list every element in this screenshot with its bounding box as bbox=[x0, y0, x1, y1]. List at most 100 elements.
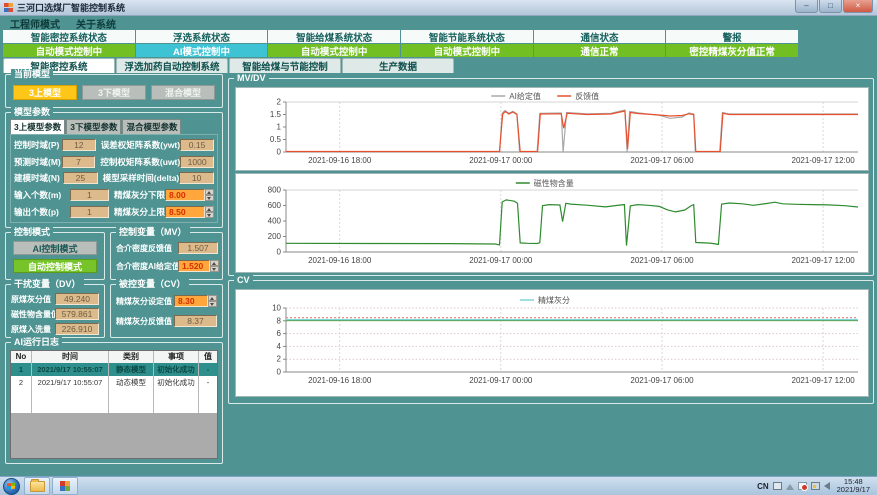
model-params-group: 模型参数 3上模型参数 3下模型参数 混合模型参数 控制时域(P) 12 误差权… bbox=[5, 112, 223, 228]
group-title: 控制模式 bbox=[11, 227, 53, 238]
spin-down-button[interactable] bbox=[208, 301, 217, 307]
tab-production-data[interactable]: 生产数据 bbox=[342, 58, 454, 73]
table-row[interactable]: 1 2021/9/17 10:55:07 静态模型 初始化成功 - bbox=[11, 363, 217, 376]
density-ai-setpoint-stepper[interactable]: 1.520 bbox=[178, 260, 219, 272]
network-icon[interactable] bbox=[811, 482, 820, 490]
param-field-m: 1 bbox=[70, 189, 109, 201]
app-taskbar-button[interactable] bbox=[52, 477, 78, 495]
svg-text:600: 600 bbox=[268, 201, 282, 210]
table-row[interactable]: 2 2021/9/17 10:55:07 动态模型 初始化成功 - bbox=[11, 376, 217, 389]
raw-coal-feed-value: 226.910 bbox=[55, 323, 99, 335]
language-indicator[interactable]: CN bbox=[757, 482, 769, 491]
ash-lower-limit-stepper[interactable]: 8.00 bbox=[165, 189, 214, 201]
density-ai-setpoint-value[interactable]: 1.520 bbox=[178, 260, 210, 272]
table-row-empty bbox=[11, 389, 217, 401]
menu-engineer-mode[interactable]: 工程师模式 bbox=[10, 16, 60, 31]
svg-text:400: 400 bbox=[268, 217, 282, 226]
ai-log-header-row: No 时间 类别 事项 值 bbox=[11, 351, 217, 363]
param-field-uwt: 1000 bbox=[180, 156, 214, 168]
param-label: 模型采样时间(delta) bbox=[98, 172, 180, 184]
svg-text:磁性物含量: 磁性物含量 bbox=[534, 178, 574, 188]
magnetite-chart-svg: 2021-09-16 18:002021-09-17 00:002021-09-… bbox=[236, 174, 868, 272]
status-value: 自动模式控制中 bbox=[268, 44, 400, 57]
minimize-button[interactable]: – bbox=[795, 0, 818, 13]
window-titlebar: 三河口选煤厂智能控制系统 – □ × bbox=[0, 0, 877, 16]
group-title: AI运行日志 bbox=[11, 337, 62, 348]
svg-text:2021-09-17 00:00: 2021-09-17 00:00 bbox=[469, 156, 533, 165]
spin-down-button[interactable] bbox=[205, 212, 214, 218]
params-tab-mixed[interactable]: 混合模型参数 bbox=[122, 119, 181, 135]
close-button[interactable]: × bbox=[843, 0, 873, 13]
status-header: 智能节能系统状态 bbox=[401, 30, 533, 43]
svg-text:2021-09-16 18:00: 2021-09-16 18:00 bbox=[308, 256, 372, 265]
status-value: 自动模式控制中 bbox=[401, 44, 533, 57]
auto-control-mode-button[interactable]: 自动控制模式 bbox=[13, 259, 97, 273]
param-label: 预测时域(M) bbox=[14, 156, 62, 168]
group-title: 当前模型 bbox=[11, 69, 53, 80]
svg-text:2021-09-17 00:00: 2021-09-17 00:00 bbox=[469, 376, 533, 385]
clean-coal-ash-setpoint-value[interactable]: 8.30 bbox=[174, 295, 208, 307]
keyboard-icon[interactable] bbox=[773, 482, 782, 490]
field-label: 精煤灰分设定值 bbox=[116, 296, 174, 307]
app-icon bbox=[4, 3, 13, 12]
col-header: 事项 bbox=[154, 351, 198, 363]
tab-coal-feeding-energy[interactable]: 智能给煤与节能控制 bbox=[229, 58, 341, 73]
action-center-flag-icon[interactable] bbox=[798, 482, 807, 490]
status-value: AI模式控制中 bbox=[136, 44, 268, 57]
svg-text:10: 10 bbox=[272, 304, 281, 313]
magnetite-content-value: 579.861 bbox=[55, 308, 99, 320]
spinner bbox=[210, 260, 219, 272]
param-field-M: 7 bbox=[62, 156, 96, 168]
svg-text:2021-09-17 12:00: 2021-09-17 12:00 bbox=[792, 256, 856, 265]
param-label: 控制权矩阵系数(uwt) bbox=[95, 156, 180, 168]
field-label: 原煤灰分值 bbox=[11, 294, 55, 305]
speaker-icon[interactable] bbox=[824, 482, 830, 490]
svg-text:0: 0 bbox=[277, 148, 282, 157]
model-3-down-button[interactable]: 3下模型 bbox=[82, 85, 146, 100]
maximize-button[interactable]: □ bbox=[819, 0, 842, 13]
clean-coal-ash-setpoint-stepper[interactable]: 8.30 bbox=[174, 295, 217, 307]
mv-variables-group: 控制变量（MV） 合介密度反馈值 1.507 合介密度AI给定值 1.520 bbox=[110, 232, 223, 280]
taskbar-clock[interactable]: 15:48 2021/9/17 bbox=[834, 478, 873, 494]
param-field-P: 12 bbox=[62, 139, 96, 151]
svg-text:2021-09-17 06:00: 2021-09-17 06:00 bbox=[630, 256, 694, 265]
cv-ash-chart-svg: 2021-09-16 18:002021-09-17 00:002021-09-… bbox=[236, 290, 868, 394]
params-tab-3-down[interactable]: 3下模型参数 bbox=[66, 119, 121, 135]
group-title: 干扰变量（DV） bbox=[11, 279, 84, 290]
status-header: 智能密控系统状态 bbox=[3, 30, 135, 43]
param-field-ywt: 0.15 bbox=[180, 139, 214, 151]
model-3-up-button[interactable]: 3上模型 bbox=[13, 85, 77, 100]
group-title: 被控变量（CV） bbox=[116, 279, 189, 290]
param-label: 精煤灰分下限 bbox=[109, 189, 165, 201]
svg-text:2021-09-17 06:00: 2021-09-17 06:00 bbox=[630, 156, 694, 165]
density-feedback-value: 1.507 bbox=[178, 242, 218, 254]
start-button[interactable] bbox=[3, 478, 20, 495]
spin-down-button[interactable] bbox=[205, 195, 214, 201]
model-params-panel: 控制时域(P) 12 误差权矩阵系数(ywt) 0.15 预测时域(M) 7 控… bbox=[10, 134, 218, 223]
field-label: 原煤入洗量 bbox=[11, 324, 55, 335]
model-mixed-button[interactable]: 混合模型 bbox=[151, 85, 215, 100]
svg-text:8: 8 bbox=[277, 316, 282, 325]
params-tab-3-up[interactable]: 3上模型参数 bbox=[10, 119, 65, 135]
ash-upper-limit-value[interactable]: 8.50 bbox=[165, 206, 205, 218]
ai-log-table[interactable]: No 时间 类别 事项 值 1 2021/9/17 10:55:07 静态模型 … bbox=[10, 350, 218, 459]
tab-flotation-dosing[interactable]: 浮选加药自动控制系统 bbox=[116, 58, 228, 73]
status-header: 通信状态 bbox=[534, 30, 666, 43]
param-label: 输入个数(m) bbox=[14, 189, 70, 201]
svg-text:2021-09-16 18:00: 2021-09-16 18:00 bbox=[308, 376, 372, 385]
show-hidden-icons-arrow[interactable] bbox=[786, 484, 794, 490]
current-model-group: 当前模型 3上模型 3下模型 混合模型 bbox=[5, 74, 223, 108]
ash-lower-limit-value[interactable]: 8.00 bbox=[165, 189, 205, 201]
spin-down-button[interactable] bbox=[210, 266, 219, 272]
spinner bbox=[205, 206, 214, 218]
svg-text:0: 0 bbox=[277, 248, 282, 257]
ash-upper-limit-stepper[interactable]: 8.50 bbox=[165, 206, 214, 218]
window-controls: – □ × bbox=[794, 0, 873, 13]
group-title: 控制变量（MV） bbox=[116, 227, 190, 238]
explorer-taskbar-button[interactable] bbox=[24, 477, 50, 495]
ai-control-mode-button[interactable]: AI控制模式 bbox=[13, 241, 97, 255]
group-title: 模型参数 bbox=[11, 107, 53, 118]
spinner bbox=[205, 189, 214, 201]
menu-about-system[interactable]: 关于系统 bbox=[76, 16, 116, 31]
param-field-delta: 10 bbox=[179, 172, 214, 184]
